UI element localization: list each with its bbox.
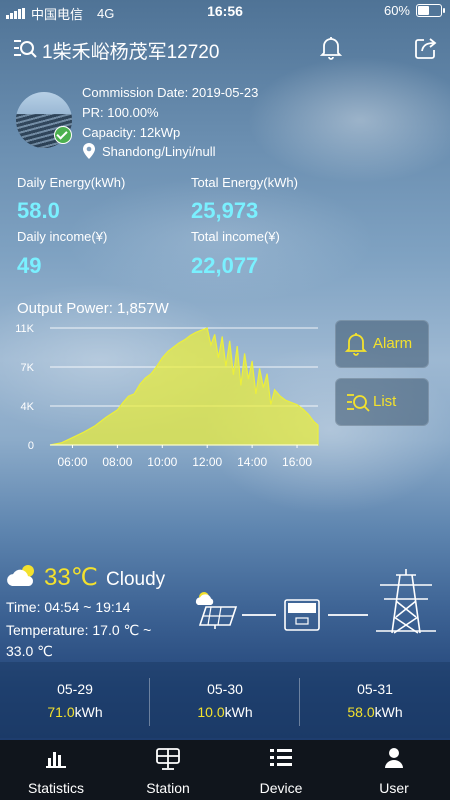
solar-station-icon <box>154 746 182 777</box>
alarm-bell-icon <box>344 332 368 360</box>
bottom-tab-bar: Statistics Station Device User <box>0 740 450 800</box>
device-list-icon <box>268 746 294 775</box>
output-power-chart: 0 4K 7K 11K 06:00 08:00 10:00 12:00 14:00 16:00 <box>15 323 319 469</box>
inverter-icon <box>284 599 320 631</box>
capacity: Capacity: 12kWp <box>82 125 181 140</box>
y-tick-label: 0 <box>28 440 34 452</box>
sun-time-range: Time: 04:54 ~ 19:14 <box>6 599 131 615</box>
y-tick-label: 4K <box>21 401 35 413</box>
daily-income-value: 49 <box>17 253 42 278</box>
y-tick-label: 11K <box>15 323 34 335</box>
list-search-icon <box>345 390 371 420</box>
alarm-label: Alarm <box>373 335 413 352</box>
x-tick-label: 10:00 <box>147 455 177 469</box>
history-day[interactable]: 05-30 10.0kWh <box>150 662 300 738</box>
tab-statistics[interactable]: Statistics <box>0 740 112 800</box>
tab-label: Device <box>259 780 303 796</box>
power-tower-icon <box>376 569 436 634</box>
tab-station[interactable]: Station <box>112 740 224 800</box>
x-tick-label: 06:00 <box>57 455 87 469</box>
history-unit: kWh <box>224 704 253 720</box>
current-temperature: 33℃ <box>44 564 98 591</box>
history-date: 05-31 <box>357 681 393 697</box>
partly-cloudy-icon <box>6 562 40 593</box>
x-tick-label: 08:00 <box>102 455 132 469</box>
battery-icon <box>416 4 445 17</box>
station-location: Shandong/Linyi/null <box>82 143 215 159</box>
performance-ratio: PR: 100.00% <box>82 105 159 120</box>
daily-income-label: Daily income(¥) <box>17 229 108 244</box>
history-date: 05-29 <box>57 681 93 697</box>
total-energy-label: Total Energy(kWh) <box>191 175 298 190</box>
x-tick-label: 12:00 <box>192 455 222 469</box>
tab-label: Station <box>146 780 190 796</box>
daily-energy-label: Daily Energy(kWh) <box>17 175 126 190</box>
station-title[interactable]: 1柴禾峪杨茂军12720 <box>42 37 219 64</box>
total-income-value: 22,077 <box>191 253 259 278</box>
solar-panel-icon <box>195 592 238 629</box>
history-value: 10.0 <box>197 704 225 720</box>
clock: 16:56 <box>207 3 243 19</box>
history-unit: kWh <box>374 704 403 720</box>
energy-flow-diagram <box>195 569 436 634</box>
history-day[interactable]: 05-31 58.0kWh <box>300 662 450 738</box>
battery-percent: 60% <box>383 3 410 18</box>
online-check-icon <box>54 126 72 144</box>
temperature-range-line1: Temperature: 17.0 ℃ ~ <box>6 622 152 638</box>
history-value: 71.0 <box>47 704 75 720</box>
total-energy-value: 25,973 <box>191 198 259 223</box>
daily-history-strip: 05-29 71.0kWh 05-30 10.0kWh 05-31 58.0kW… <box>0 662 450 738</box>
temperature-range-line2: 33.0 ℃ <box>6 643 53 659</box>
app-header: 1柴禾峪杨茂军12720 <box>0 30 450 70</box>
bar-chart-icon <box>44 746 68 775</box>
output-power-title: Output Power: 1,857W <box>17 300 169 317</box>
daily-energy-value: 58.0 <box>17 198 60 223</box>
station-info: Commission Date: 2019-05-23 PR: 100.00% … <box>82 83 258 143</box>
list-button[interactable]: List <box>335 378 429 426</box>
x-tick-label: 14:00 <box>237 455 267 469</box>
tab-label: Statistics <box>27 780 84 796</box>
history-day[interactable]: 05-29 71.0kWh <box>0 662 150 738</box>
history-value: 58.0 <box>347 704 375 720</box>
x-tick-label: 16:00 <box>282 455 312 469</box>
tab-device[interactable]: Device <box>225 740 337 800</box>
list-label: List <box>373 393 397 410</box>
history-unit: kWh <box>74 704 103 720</box>
total-income-label: Total income(¥) <box>191 229 280 244</box>
status-bar: 中国电信 4G 16:56 60% <box>0 0 450 22</box>
history-date: 05-30 <box>207 681 243 697</box>
tab-user[interactable]: User <box>338 740 450 800</box>
location-pin-icon <box>83 143 95 159</box>
y-tick-label: 7K <box>21 362 35 374</box>
weather-condition: Cloudy <box>106 569 166 590</box>
user-icon <box>382 746 406 775</box>
location-text: Shandong/Linyi/null <box>102 143 216 159</box>
output-power-area <box>49 327 319 446</box>
station-search-icon[interactable] <box>12 36 38 67</box>
tab-label: User <box>379 780 409 796</box>
commission-date: Commission Date: 2019-05-23 <box>82 85 259 100</box>
bell-icon[interactable] <box>319 36 343 65</box>
alarm-button[interactable]: Alarm <box>335 320 429 368</box>
share-icon[interactable] <box>414 36 438 65</box>
